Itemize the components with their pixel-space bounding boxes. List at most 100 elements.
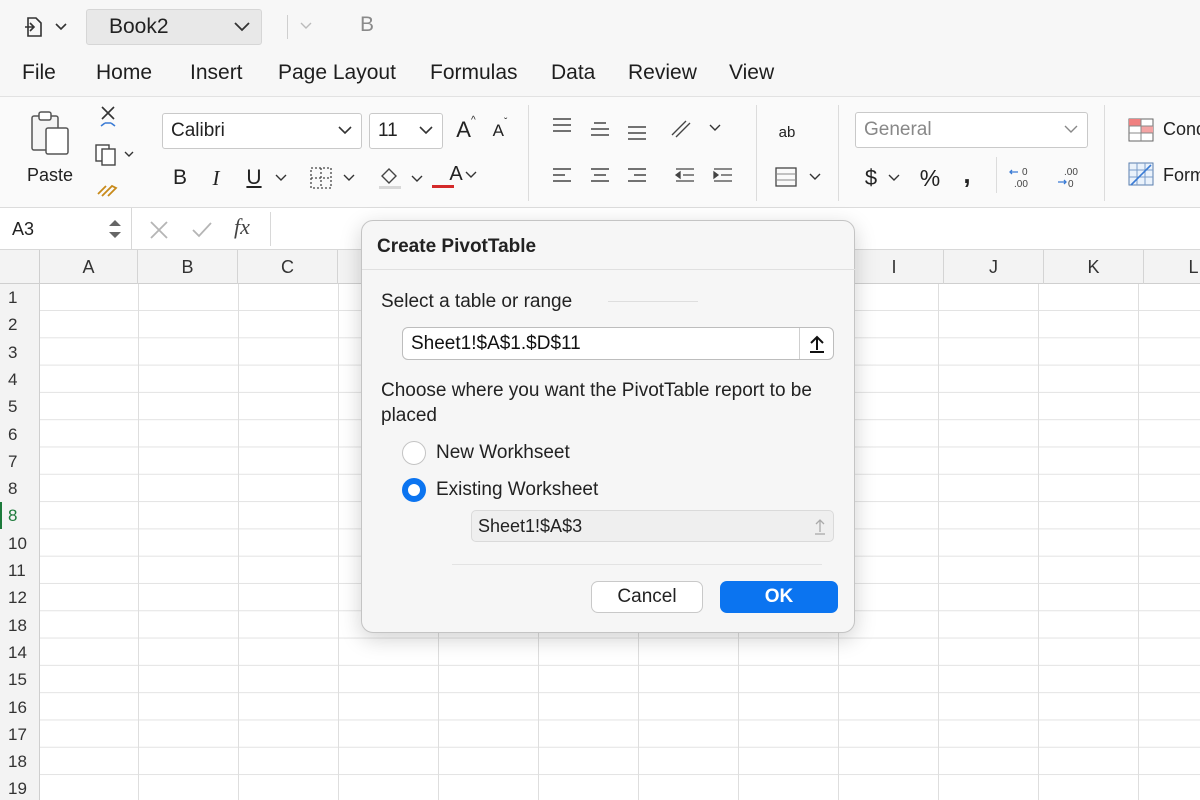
format-as-table-icon[interactable] (1127, 161, 1155, 187)
select-all-corner[interactable] (0, 250, 40, 284)
format-painter-button[interactable] (94, 175, 120, 199)
underline-button[interactable]: U (241, 163, 267, 193)
row-header[interactable]: 18 (0, 612, 40, 639)
row-header[interactable]: 12 (0, 584, 40, 611)
ok-button[interactable]: OK (720, 581, 838, 613)
column-header[interactable]: J (944, 250, 1044, 284)
number-format-select[interactable]: General (855, 112, 1088, 148)
menu-view[interactable]: View (729, 61, 774, 85)
new-worksheet-option[interactable]: New Workhseet (402, 441, 570, 465)
borders-button[interactable] (308, 163, 358, 193)
cancel-button[interactable]: Cancel (591, 581, 703, 613)
column-header[interactable]: B (138, 250, 238, 284)
grow-font-button[interactable]: A ^ (452, 115, 480, 145)
name-box[interactable]: A3 (0, 208, 132, 250)
range-collapse-button[interactable] (799, 328, 833, 359)
menu-data[interactable]: Data (551, 61, 595, 85)
chevron-down-icon (338, 126, 352, 135)
existing-worksheet-radio[interactable] (402, 478, 426, 502)
bold-button[interactable]: B (168, 163, 192, 193)
number-format-value: General (864, 119, 932, 140)
row-header[interactable]: 11 (0, 557, 40, 584)
row-header[interactable]: 6 (0, 421, 40, 448)
row-header[interactable]: 2 (0, 311, 40, 338)
new-document-button[interactable] (22, 14, 74, 40)
row-header[interactable]: 17 (0, 721, 40, 748)
existing-worksheet-option[interactable]: Existing Worksheet (402, 478, 598, 502)
font-color-button[interactable]: A (432, 159, 480, 193)
ribbon-divider (996, 157, 997, 193)
row-header[interactable]: 4 (0, 366, 40, 393)
row-header[interactable]: 7 (0, 448, 40, 475)
menu-page-layout[interactable]: Page Layout (278, 61, 396, 85)
menu-formulas[interactable]: Formulas (430, 61, 518, 85)
column-header[interactable]: I (845, 250, 944, 284)
row-header[interactable]: 19 (0, 775, 40, 800)
decrease-decimal-icon[interactable]: 0.00 (1008, 163, 1038, 191)
font-name-select[interactable]: Calibri (162, 113, 362, 149)
column-header[interactable]: C (238, 250, 338, 284)
range-input[interactable]: Sheet1!$A$1.$D$11 (402, 327, 834, 360)
align-center-icon[interactable] (588, 165, 612, 187)
row-header[interactable]: 5 (0, 393, 40, 420)
new-worksheet-label: New Workhseet (436, 442, 570, 463)
chevron-down-icon[interactable] (274, 173, 288, 183)
range-label: Select a table or range (381, 291, 573, 312)
location-collapse-icon[interactable] (813, 516, 827, 536)
confirm-edit-icon[interactable] (190, 219, 214, 241)
currency-button[interactable]: $ (860, 163, 906, 193)
conditional-formatting-label[interactable]: Cond (1163, 119, 1200, 140)
new-worksheet-radio[interactable] (402, 441, 426, 465)
location-input[interactable]: Sheet1!$A$3 (471, 510, 834, 542)
orientation-icon[interactable] (668, 115, 728, 141)
row-header[interactable]: 8 (0, 502, 40, 530)
increase-decimal-icon[interactable]: .000 (1054, 163, 1084, 191)
format-as-table-label[interactable]: Form (1163, 165, 1200, 186)
column-header[interactable]: A (40, 250, 138, 284)
comma-style-button[interactable]: , (958, 159, 976, 189)
percent-button[interactable]: % (916, 163, 944, 193)
merge-cells-icon[interactable] (774, 165, 824, 189)
align-top-icon[interactable] (550, 115, 574, 135)
align-right-icon[interactable] (625, 165, 649, 187)
conditional-formatting-icon[interactable] (1127, 117, 1155, 143)
row-header[interactable]: 15 (0, 666, 40, 693)
undo-chevron-icon[interactable] (298, 17, 314, 33)
column-header[interactable]: K (1044, 250, 1144, 284)
clipboard-icon (31, 111, 69, 155)
align-bottom-icon[interactable] (625, 123, 649, 143)
wrap-text-button[interactable]: ab (774, 117, 800, 147)
copy-button[interactable] (94, 143, 138, 167)
italic-button[interactable]: I (204, 163, 228, 193)
cut-button[interactable] (96, 103, 120, 133)
svg-text:.00: .00 (1064, 167, 1078, 178)
menu-review[interactable]: Review (628, 61, 697, 85)
menu-file[interactable]: File (22, 61, 56, 85)
location-input-value: Sheet1!$A$3 (478, 516, 583, 536)
document-name-box[interactable]: Book2 (86, 9, 262, 45)
up-down-stepper-icon[interactable] (106, 217, 124, 241)
row-header[interactable]: 18 (0, 748, 40, 775)
document-name: Book2 (109, 15, 169, 38)
paste-button[interactable] (24, 107, 76, 159)
align-left-icon[interactable] (550, 165, 574, 187)
row-header[interactable]: 3 (0, 339, 40, 366)
increase-indent-icon[interactable] (711, 165, 735, 187)
shrink-font-button[interactable]: Aˇ (488, 117, 512, 145)
column-header[interactable]: L (1144, 250, 1200, 284)
row-header[interactable]: 1 (0, 284, 40, 311)
menu-insert[interactable]: Insert (190, 61, 243, 85)
align-middle-icon[interactable] (588, 119, 612, 139)
fill-color-button[interactable] (376, 163, 426, 193)
row-header[interactable]: 16 (0, 694, 40, 721)
row-header[interactable]: 10 (0, 530, 40, 557)
decrease-indent-icon[interactable] (673, 165, 697, 187)
cancel-edit-icon[interactable] (148, 219, 170, 241)
font-size-select[interactable]: 11 (369, 113, 443, 149)
menu-home[interactable]: Home (96, 61, 152, 85)
bold-toolbar-label[interactable]: B (360, 13, 374, 37)
row-header[interactable]: 14 (0, 639, 40, 666)
chevron-down-icon (1064, 125, 1078, 133)
row-header[interactable]: 8 (0, 475, 40, 502)
insert-function-button[interactable]: fx (234, 214, 250, 240)
